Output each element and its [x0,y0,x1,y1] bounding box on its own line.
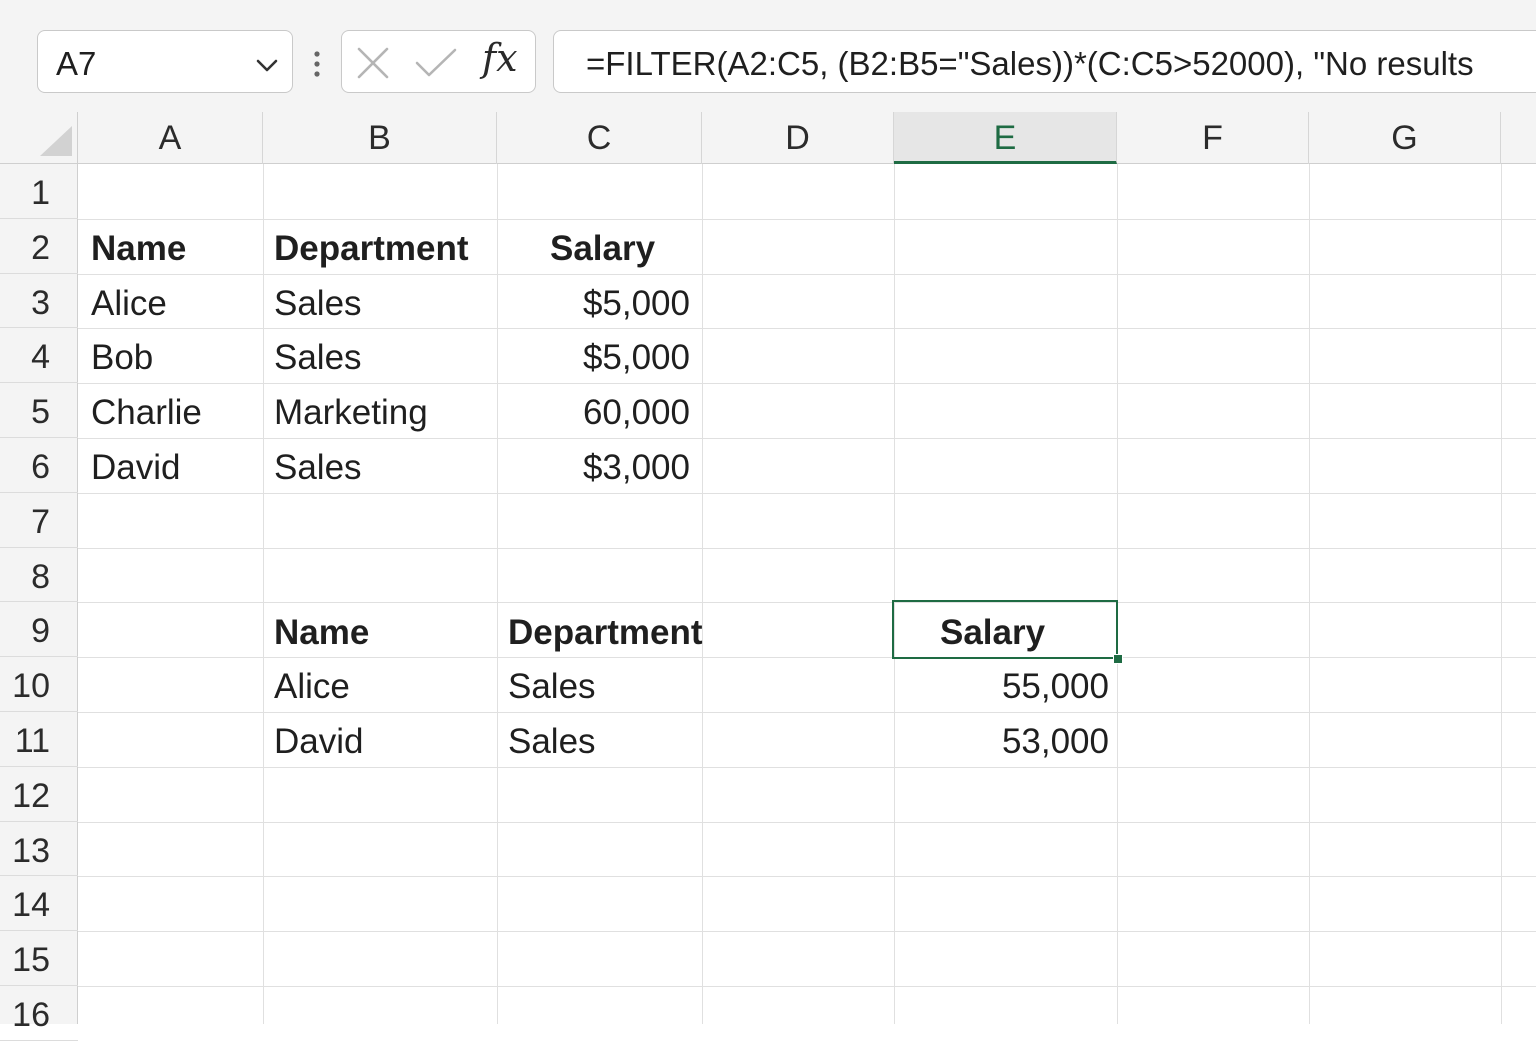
cell-b10[interactable]: Alice [274,660,350,714]
row-number: 10 [12,667,50,706]
column-header-f[interactable]: F [1117,112,1309,164]
gridline [1117,164,1118,1024]
row-number: 9 [31,612,50,651]
row-number: 2 [31,228,50,267]
gridline [78,547,1536,549]
row-header-5[interactable]: 5 [0,383,78,438]
row-header-11[interactable]: 11 [0,712,78,767]
cancel-icon[interactable] [356,46,390,80]
row-header-1[interactable]: 1 [0,164,78,219]
cell-b11[interactable]: David [274,715,363,769]
cell-e10[interactable]: 55,000 [900,660,1109,714]
cell-c6[interactable]: $3,000 [500,441,690,495]
row-number: 16 [12,996,50,1034]
cell-a2[interactable]: Name [91,222,186,276]
row-header-8[interactable]: 8 [0,548,78,603]
fill-handle[interactable] [1113,654,1123,664]
cell-c5[interactable]: 60,000 [500,386,690,440]
row-header-15[interactable]: 15 [0,931,78,986]
gridline [1501,164,1502,1024]
row-number: 1 [31,174,50,212]
row-header-3[interactable]: 3 [0,274,78,329]
row-header-14[interactable]: 14 [0,876,78,932]
row-header-9[interactable]: 9 [0,602,78,658]
cell-a5[interactable]: Charlie [91,386,202,440]
cell-c2[interactable]: Salary [550,222,655,276]
row-number: 14 [12,886,50,925]
more-options-icon[interactable] [311,48,323,80]
row-header-10[interactable]: 10 [0,657,78,712]
column-header-a[interactable]: A [78,112,263,164]
cell-c4[interactable]: $5,000 [500,331,690,385]
gridline [78,602,1536,604]
checkmark-icon[interactable] [414,46,458,80]
row-header-4[interactable]: 4 [0,328,78,384]
column-header-e[interactable]: E [894,112,1117,164]
cell-b9[interactable]: Name [274,606,369,660]
cell-c11[interactable]: Sales [508,715,596,769]
column-header-g[interactable]: G [1309,112,1501,164]
cell-b2[interactable]: Department [274,222,468,276]
row-header-2[interactable]: 2 [0,219,78,274]
row-number: 8 [31,557,50,596]
row-number: 7 [31,502,50,541]
gridline [263,164,264,1024]
row-number: 11 [14,722,50,760]
row-header-12[interactable]: 12 [0,767,78,822]
gridline [894,164,895,1024]
formula-input[interactable]: =FILTER(A2:C5, (B2:B5="Sales))*(C:C5>520… [553,30,1536,93]
chevron-down-icon[interactable] [254,52,280,78]
column-header-d[interactable]: D [702,112,894,164]
row-number: 6 [31,448,50,486]
cell-a4[interactable]: Bob [91,331,153,385]
cell-a3[interactable]: Alice [91,277,167,331]
row-number: 13 [12,831,50,870]
cell-a6[interactable]: David [91,441,180,495]
fx-icon[interactable]: fx [482,36,518,80]
select-all-triangle-icon[interactable] [38,124,74,158]
cell-c10[interactable]: Sales [508,660,596,714]
gridline [78,986,1536,987]
gridline [78,821,1536,823]
cell-c3[interactable]: $5,000 [500,277,690,331]
cell-b3[interactable]: Sales [274,277,362,331]
row-header-7[interactable]: 7 [0,493,78,548]
row-header-6[interactable]: 6 [0,438,78,493]
name-box-value: A7 [56,45,97,82]
cell-selection[interactable] [892,600,1118,659]
gridline [78,218,1536,220]
row-number: 15 [12,941,50,980]
formula-text: =FILTER(A2:C5, (B2:B5="Sales))*(C:C5>520… [586,45,1474,82]
row-header-16[interactable]: 16 [0,986,78,1041]
gridline [78,876,1536,878]
cell-b6[interactable]: Sales [274,441,362,495]
row-number: 4 [31,338,50,377]
gridline [78,931,1536,933]
cell-c9[interactable]: Department [508,606,702,660]
row-header-13[interactable]: 13 [0,822,78,877]
row-number: 12 [12,776,50,815]
row-number: 5 [31,393,50,432]
column-header-b[interactable]: B [263,112,497,164]
gridline [702,164,703,1024]
gridline [497,164,498,1024]
column-header-c[interactable]: C [497,112,702,164]
cell-e11[interactable]: 53,000 [900,715,1109,769]
cell-b5[interactable]: Marketing [274,386,428,440]
cell-b4[interactable]: Sales [274,331,362,385]
row-number: 3 [31,283,50,322]
gridline [1309,164,1310,1024]
